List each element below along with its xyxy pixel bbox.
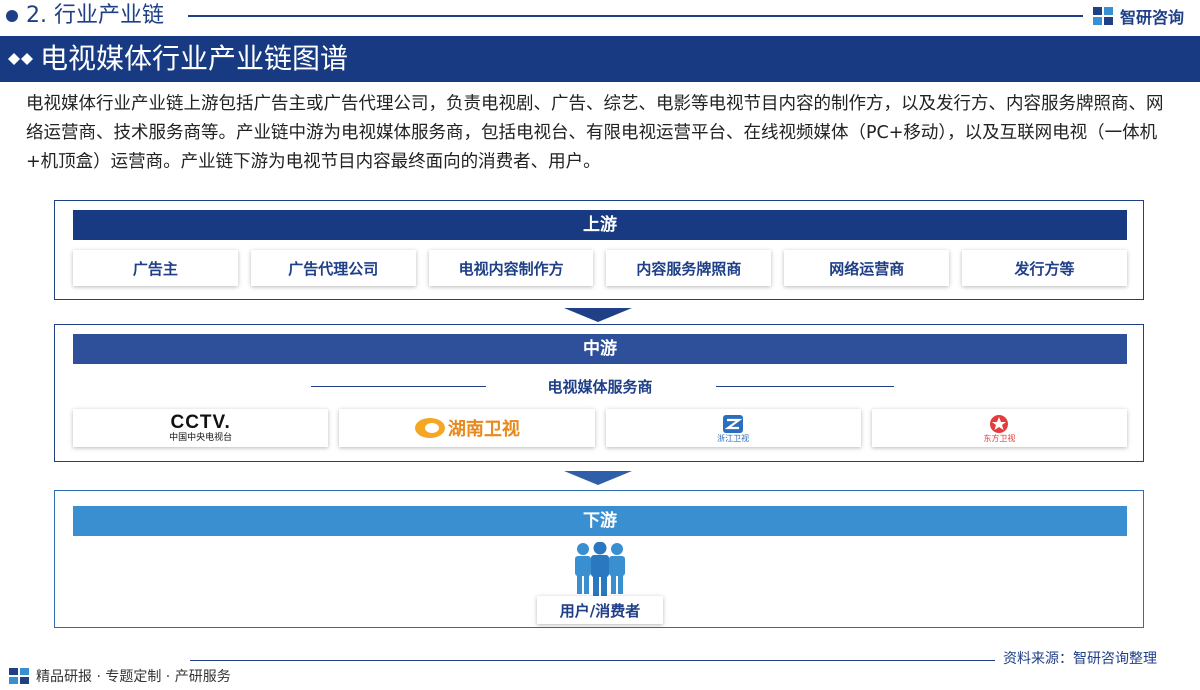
page-title: 电视媒体行业产业链图谱 <box>40 42 349 75</box>
people-icon <box>575 542 625 596</box>
logo-dongfang: 东方卫视 <box>871 409 1127 447</box>
down-arrow-icon <box>564 471 632 485</box>
section-header: 2. 行业产业链 智研咨询 <box>0 0 1200 32</box>
dongfang-logo-text: 东方卫视 <box>983 433 1016 443</box>
logo-zhejiang: 浙江卫视 <box>605 409 861 447</box>
footer-tagline-text: 精品研报 · 专题定制 · 产研服务 <box>36 669 231 685</box>
logo-hunan: 湖南卫视 <box>339 409 595 447</box>
zhejiang-logo-icon <box>723 414 744 433</box>
midstream-band: 中游 <box>73 334 1127 364</box>
upstream-item: 发行方等 <box>962 250 1127 286</box>
down-arrow-icon <box>564 308 632 322</box>
intro-paragraph: 电视媒体行业产业链上游包括广告主或广告代理公司，负责电视剧、广告、综艺、电影等电… <box>26 94 1164 172</box>
upstream-items: 广告主 广告代理公司 电视内容制作方 内容服务牌照商 网络运营商 发行方等 <box>73 250 1127 286</box>
midstream-panel: 中游 电视媒体服务商 CCTV. 中国中央电视台 湖南卫视 浙江卫视 东方卫视 <box>54 324 1144 462</box>
broadcaster-logos: CCTV. 中国中央电视台 湖南卫视 浙江卫视 东方卫视 <box>73 409 1127 447</box>
cctv-logo-subtitle: 中国中央电视台 <box>169 433 233 443</box>
upstream-panel: 上游 广告主 广告代理公司 电视内容制作方 内容服务牌照商 网络运营商 发行方等 <box>54 200 1144 300</box>
footer-logo-icon <box>9 668 29 684</box>
upstream-item: 广告主 <box>73 250 238 286</box>
upstream-band: 上游 <box>73 210 1127 240</box>
brand-name: 智研咨询 <box>1120 8 1185 27</box>
upstream-item: 网络运营商 <box>784 250 950 286</box>
source-note: 资料来源：智研咨询整理 <box>1003 651 1157 667</box>
section-bullet-icon <box>6 10 18 22</box>
upstream-item: 广告代理公司 <box>250 250 416 286</box>
hunan-logo-text: 湖南卫视 <box>447 419 520 440</box>
logo-cctv: CCTV. 中国中央电视台 <box>73 409 329 447</box>
zhejiang-logo-text: 浙江卫视 <box>717 433 750 443</box>
footer-divider <box>190 660 995 661</box>
user-consumer-box: 用户/消费者 <box>537 596 663 624</box>
section-label: 2. 行业产业链 <box>26 3 164 28</box>
brand: 智研咨询 <box>1092 4 1184 28</box>
brand-logo-icon <box>1093 7 1113 25</box>
upstream-item: 内容服务牌照商 <box>606 250 772 286</box>
section-divider <box>188 15 1083 17</box>
upstream-item: 电视内容制作方 <box>428 250 594 286</box>
footer-tagline: 精品研报 · 专题定制 · 产研服务 <box>8 666 231 686</box>
dongfang-logo-icon <box>990 414 1009 433</box>
divider-right <box>716 386 894 387</box>
downstream-band: 下游 <box>73 506 1127 536</box>
service-provider-label: 电视媒体服务商 <box>547 378 653 396</box>
service-provider-row: 电视媒体服务商 <box>73 377 1127 397</box>
hunan-logo-icon <box>414 418 445 438</box>
diamond-icon <box>8 53 33 65</box>
title-bar: 电视媒体行业产业链图谱 <box>0 36 1200 82</box>
cctv-logo-text: CCTV. <box>170 412 231 433</box>
